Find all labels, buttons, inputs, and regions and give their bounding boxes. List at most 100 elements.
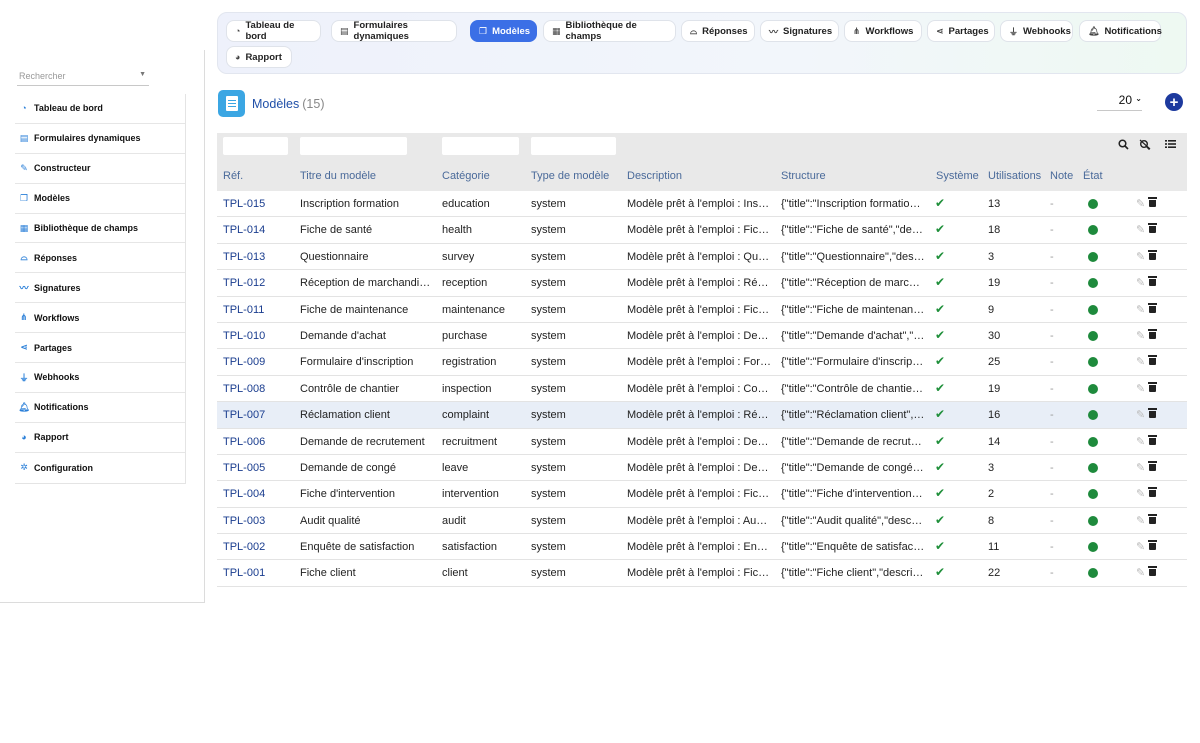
table-row[interactable]: TPL-007 Réclamation client complaint system… [217, 402, 1187, 429]
cell-ref[interactable]: TPL-008 [223, 383, 265, 395]
col-ref[interactable]: Réf. [223, 170, 243, 182]
delete-trash-icon[interactable] [1148, 197, 1157, 207]
cell-ref[interactable]: TPL-002 [223, 541, 265, 553]
delete-trash-icon[interactable] [1148, 513, 1157, 524]
sidebar-item-workflows[interactable]: ⋔ Workflows [15, 303, 185, 334]
table-row[interactable]: TPL-003 Audit qualité audit system Modèle pr… [217, 507, 1187, 535]
table-row[interactable]: TPL-001 Fiche client client system Modèle pr… [217, 560, 1187, 587]
edit-pencil-icon[interactable]: ✎ [1136, 276, 1145, 289]
delete-trash-icon[interactable] [1148, 302, 1157, 313]
cell-ref[interactable]: TPL-014 [223, 224, 265, 236]
sidebar-item-notifications[interactable]: 🔔︎ Notifications [15, 393, 185, 423]
tab-bibliotheque-de-champs[interactable]: ▦ Bibliothèque de champs [543, 20, 676, 42]
filter-category-input[interactable] [442, 137, 519, 155]
tab-modeles[interactable]: ❐ Modèles [470, 20, 537, 42]
filter-title-input[interactable] [300, 137, 407, 155]
table-row[interactable]: TPL-014 Fiche de santé health system Modèle … [217, 217, 1187, 244]
cell-ref[interactable]: TPL-003 [223, 515, 265, 527]
table-row[interactable]: TPL-013 Questionnaire survey system Modèle p… [217, 243, 1187, 271]
table-row[interactable]: TPL-006 Demande de recrutement recruitment… [217, 428, 1187, 455]
delete-trash-icon[interactable] [1148, 223, 1157, 234]
sidebar-item-configuration[interactable]: ✲ Configuration [15, 453, 185, 483]
col-uses[interactable]: Utilisations [988, 170, 1041, 182]
delete-trash-icon[interactable] [1148, 328, 1157, 339]
edit-pencil-icon[interactable]: ✎ [1136, 566, 1145, 579]
col-category[interactable]: Catégorie [442, 170, 490, 182]
sidebar-item-rapport[interactable]: ◕ Rapport [15, 423, 185, 453]
edit-pencil-icon[interactable]: ✎ [1136, 435, 1145, 448]
cell-ref[interactable]: TPL-009 [223, 356, 265, 368]
delete-trash-icon[interactable] [1148, 249, 1157, 260]
page-size-select[interactable]: 20 ⌄ [1097, 93, 1142, 111]
delete-trash-icon[interactable] [1148, 408, 1157, 419]
edit-pencil-icon[interactable]: ✎ [1136, 487, 1145, 500]
col-title[interactable]: Titre du modèle [300, 170, 376, 182]
filter-ref-input[interactable] [223, 137, 288, 155]
table-row[interactable]: TPL-008 Contrôle de chantier inspection sys… [217, 375, 1187, 403]
sidebar-search-select[interactable]: Rechercher ▼ [17, 67, 149, 86]
tab-partages[interactable]: ⋖ Partages [927, 20, 995, 42]
search-icon[interactable] [1118, 139, 1129, 153]
tab-workflows[interactable]: ⋔ Workflows [844, 20, 922, 42]
sidebar-item-partages[interactable]: ⋖ Partages [15, 333, 185, 364]
sidebar-item-reponses[interactable]: ⌓ Réponses [15, 243, 185, 274]
clear-filter-icon[interactable] [1139, 139, 1151, 153]
edit-pencil-icon[interactable]: ✎ [1136, 540, 1145, 553]
cell-ref[interactable]: TPL-010 [223, 330, 265, 342]
table-row[interactable]: TPL-015 Inscription formation education sys… [217, 191, 1187, 218]
tab-rapport[interactable]: ◕ Rapport [226, 46, 292, 68]
tab-tableau-de-bord[interactable]: ◔ Tableau de bord [226, 20, 321, 42]
tab-signatures[interactable]: 〰 Signatures [760, 20, 839, 42]
sidebar-item-signatures[interactable]: 〰 Signatures [15, 273, 185, 304]
cell-ref[interactable]: TPL-001 [223, 567, 265, 579]
cell-ref[interactable]: TPL-004 [223, 488, 265, 500]
cell-ref[interactable]: TPL-015 [223, 198, 265, 210]
cell-ref[interactable]: TPL-007 [223, 409, 265, 421]
filter-type-input[interactable] [531, 137, 616, 155]
cell-ref[interactable]: TPL-013 [223, 251, 265, 263]
cell-ref[interactable]: TPL-012 [223, 277, 265, 289]
edit-pencil-icon[interactable]: ✎ [1136, 382, 1145, 395]
col-structure[interactable]: Structure [781, 170, 826, 182]
delete-trash-icon[interactable] [1148, 487, 1157, 498]
cell-ref[interactable]: TPL-006 [223, 436, 265, 448]
col-status[interactable]: État [1083, 170, 1103, 182]
delete-trash-icon[interactable] [1148, 434, 1157, 445]
edit-pencil-icon[interactable]: ✎ [1136, 355, 1145, 368]
cell-ref[interactable]: TPL-005 [223, 462, 265, 474]
tab-reponses[interactable]: ⌓ Réponses [681, 20, 755, 42]
delete-trash-icon[interactable] [1148, 540, 1157, 551]
delete-trash-icon[interactable] [1148, 381, 1157, 392]
col-note[interactable]: Note [1050, 170, 1073, 182]
tab-formulaires-dynamiques[interactable]: ▤ Formulaires dynamiques [331, 20, 457, 42]
col-description[interactable]: Description [627, 170, 682, 182]
table-row[interactable]: TPL-012 Réception de marchandises receptio… [217, 270, 1187, 297]
edit-pencil-icon[interactable]: ✎ [1136, 461, 1145, 474]
delete-trash-icon[interactable] [1148, 276, 1157, 287]
tab-notifications[interactable]: 🔔︎ Notifications [1079, 20, 1162, 42]
delete-trash-icon[interactable] [1148, 566, 1157, 577]
table-row[interactable]: TPL-010 Demande d'achat purchase system Modè… [217, 322, 1187, 350]
table-row[interactable]: TPL-002 Enquête de satisfaction satisfacti… [217, 534, 1187, 561]
caret-down-icon[interactable]: ▼ [139, 71, 146, 78]
edit-pencil-icon[interactable]: ✎ [1136, 250, 1145, 263]
edit-pencil-icon[interactable]: ✎ [1136, 303, 1145, 316]
table-row[interactable]: TPL-009 Formulaire d'inscription registrat… [217, 349, 1187, 376]
tab-webhooks[interactable]: ⏚ Webhooks [1000, 20, 1073, 42]
col-type[interactable]: Type de modèle [531, 170, 609, 182]
edit-pencil-icon[interactable]: ✎ [1136, 329, 1145, 342]
edit-pencil-icon[interactable]: ✎ [1136, 408, 1145, 421]
table-row[interactable]: TPL-011 Fiche de maintenance maintenance sy… [217, 296, 1187, 323]
cell-ref[interactable]: TPL-011 [223, 304, 264, 316]
sidebar-item-constructeur[interactable]: ✎ Constructeur [15, 154, 185, 184]
delete-trash-icon[interactable] [1148, 355, 1157, 366]
sidebar-item-webhooks[interactable]: ⏚ Webhooks [15, 363, 185, 393]
col-system[interactable]: Système [936, 170, 979, 182]
edit-pencil-icon[interactable]: ✎ [1136, 197, 1145, 210]
add-template-button[interactable]: + [1165, 93, 1183, 111]
sidebar-item-formulaires-dynamiques[interactable]: ▤ Formulaires dynamiques [15, 124, 185, 154]
sidebar-item-tableau-de-bord[interactable]: ◔ Tableau de bord [15, 94, 185, 124]
sidebar-item-modeles[interactable]: ❐ Modèles [15, 184, 185, 214]
table-row[interactable]: TPL-004 Fiche d'intervention intervention s… [217, 481, 1187, 508]
edit-pencil-icon[interactable]: ✎ [1136, 514, 1145, 527]
